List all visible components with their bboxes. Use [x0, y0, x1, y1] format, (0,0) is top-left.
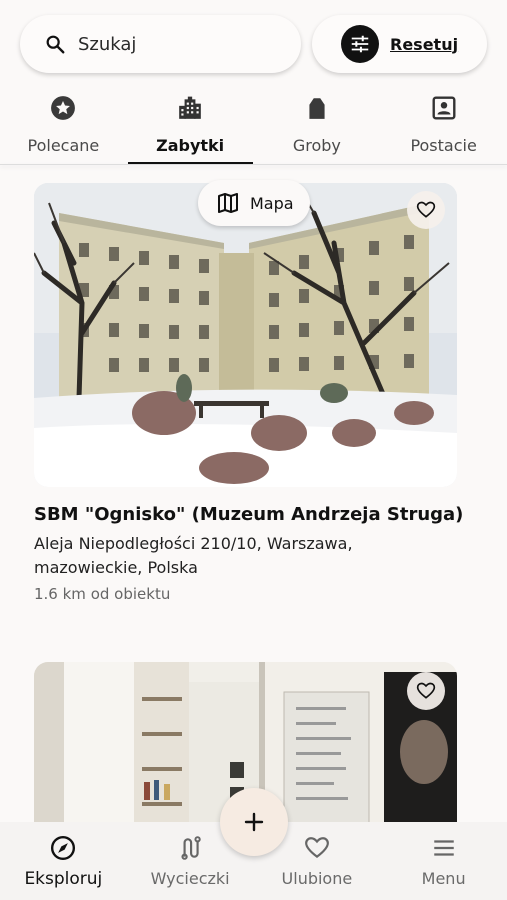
- hamburger-menu-icon: [430, 834, 458, 862]
- add-button[interactable]: [220, 788, 288, 856]
- tabs-divider: [0, 164, 507, 165]
- nav-label: Wycieczki: [150, 869, 230, 888]
- reset-filters-button[interactable]: Resetuj: [312, 15, 487, 73]
- tab-polecane[interactable]: Polecane: [0, 90, 127, 164]
- search-bar[interactable]: Szukaj: [20, 15, 301, 73]
- heart-icon: [303, 834, 331, 862]
- tab-label: Groby: [292, 136, 341, 155]
- card-distance: 1.6 km od obiektu: [34, 585, 171, 603]
- tab-label: Postacie: [410, 136, 477, 155]
- heart-icon: [416, 201, 436, 218]
- tab-postacie[interactable]: Postacie: [380, 90, 507, 164]
- map-label: Mapa: [250, 193, 294, 213]
- person-portrait-icon: [430, 94, 458, 122]
- tombstone-icon: [303, 94, 331, 122]
- favorite-button[interactable]: [407, 672, 445, 710]
- star-badge-icon: [49, 94, 77, 122]
- tab-label: Zabytki: [156, 136, 225, 155]
- category-tabs: Polecane Zabytki Groby Postacie: [0, 90, 507, 164]
- search-input[interactable]: Szukaj: [78, 34, 136, 55]
- map-icon: [218, 193, 238, 213]
- reset-label: Resetuj: [390, 34, 459, 54]
- nav-label: Ulubione: [281, 869, 353, 888]
- card-image[interactable]: [34, 183, 457, 487]
- compass-icon: [49, 834, 77, 862]
- nav-eksploruj[interactable]: Eksploruj: [0, 822, 127, 900]
- plus-icon: [244, 812, 264, 832]
- filter-icon: [341, 25, 379, 63]
- tab-groby[interactable]: Groby: [254, 90, 381, 164]
- map-view-button[interactable]: Mapa: [198, 180, 310, 226]
- building-photo: [34, 183, 457, 487]
- tab-label: Polecane: [27, 136, 100, 155]
- favorite-button[interactable]: [407, 191, 445, 229]
- nav-menu[interactable]: Menu: [380, 822, 507, 900]
- card-address: Aleja Niepodległości 210/10, Warszawa, m…: [34, 534, 353, 577]
- card-title[interactable]: SBM "Ognisko" (Muzeum Andrzeja Struga): [34, 504, 463, 525]
- heart-icon: [416, 682, 436, 699]
- route-icon: [176, 834, 204, 862]
- nav-label: Menu: [421, 869, 466, 888]
- building-icon: [176, 94, 204, 122]
- search-icon: [46, 35, 65, 54]
- tab-zabytki[interactable]: Zabytki: [127, 90, 254, 164]
- nav-label: Eksploruj: [24, 869, 103, 889]
